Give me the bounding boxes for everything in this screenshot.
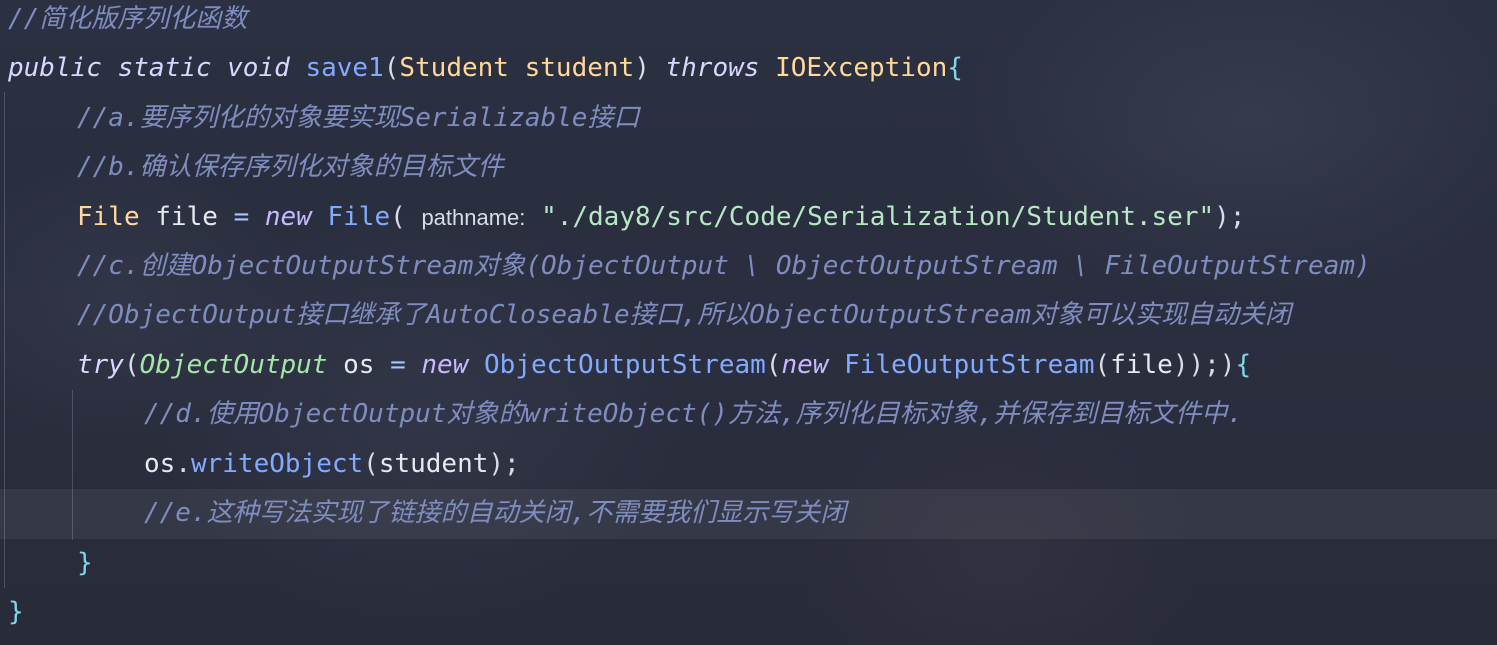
keyword-throws: throws bbox=[665, 53, 760, 83]
keyword-static: static bbox=[117, 53, 212, 83]
argument-student: student bbox=[378, 449, 489, 479]
method-name: save1 bbox=[305, 53, 384, 83]
parameter-hint: pathname: bbox=[421, 205, 526, 230]
comment: //ObjectOutput接口继承了AutoCloseable接口,所以Obj… bbox=[77, 300, 1292, 330]
operator-assign: = bbox=[390, 350, 406, 380]
comment: //简化版序列化函数 bbox=[8, 4, 248, 34]
variable-os: os bbox=[343, 350, 375, 380]
string-literal: "./day8/src/Code/Serialization/Student.s… bbox=[541, 202, 1215, 232]
type-file: File bbox=[77, 202, 140, 232]
code-line-6[interactable]: //c.创建ObjectOutputStream对象(ObjectOutput … bbox=[77, 242, 1497, 292]
paren-close: )); bbox=[1172, 350, 1220, 380]
exception-type: IOException bbox=[775, 53, 948, 83]
brace-open: { bbox=[1235, 350, 1252, 380]
paren-close: ) bbox=[634, 53, 650, 83]
code-line-3[interactable]: //a.要序列化的对象要实现Serializable接口 bbox=[77, 94, 1497, 144]
keyword-new: new bbox=[264, 202, 312, 232]
paren-open: ( bbox=[765, 350, 782, 380]
paren-open: ( bbox=[390, 202, 406, 232]
object-os: os bbox=[144, 449, 176, 479]
code-line-10[interactable]: os.writeObject(student); bbox=[144, 440, 1497, 490]
code-line-1[interactable]: //简化版序列化函数 bbox=[8, 0, 1497, 45]
brace-close: } bbox=[77, 548, 93, 578]
constructor-file: File bbox=[327, 202, 391, 232]
code-editor[interactable]: //简化版序列化函数 public static void save1(Stud… bbox=[0, 0, 1497, 645]
brace-close: } bbox=[8, 597, 24, 627]
keyword-new: new bbox=[781, 350, 829, 380]
code-line-12[interactable]: } bbox=[77, 539, 1497, 589]
comment: //b.确认保存序列化对象的目标文件 bbox=[77, 152, 504, 182]
code-line-13[interactable]: } bbox=[8, 588, 1497, 638]
paren-close: ); bbox=[488, 449, 520, 479]
comment: //d.使用ObjectOutput对象的writeObject()方法,序列化… bbox=[144, 399, 1243, 429]
keyword-public: public bbox=[8, 53, 102, 83]
argument-file: file bbox=[1110, 350, 1173, 380]
code-line-2[interactable]: public static void save1(Student student… bbox=[8, 44, 1497, 94]
dot: . bbox=[175, 449, 191, 479]
keyword-void: void bbox=[227, 53, 290, 83]
interface-type: ObjectOutput bbox=[139, 350, 328, 380]
keyword-new: new bbox=[421, 350, 469, 380]
code-line-11-current[interactable]: //e.这种写法实现了链接的自动关闭,不需要我们显示写关闭 bbox=[0, 489, 1497, 539]
variable-file: file bbox=[155, 202, 218, 232]
code-line-9[interactable]: //d.使用ObjectOutput对象的writeObject()方法,序列化… bbox=[144, 390, 1497, 440]
code-line-7[interactable]: //ObjectOutput接口继承了AutoCloseable接口,所以Obj… bbox=[77, 291, 1497, 341]
paren-close: ); bbox=[1214, 202, 1246, 232]
param-type: Student bbox=[399, 53, 509, 83]
keyword-try: try bbox=[77, 350, 124, 380]
param-name: student bbox=[524, 53, 635, 83]
paren-open: ( bbox=[1094, 350, 1111, 380]
comment: //e.这种写法实现了链接的自动关闭,不需要我们显示写关闭 bbox=[144, 498, 847, 528]
code-line-8[interactable]: try(ObjectOutput os = new ObjectOutputSt… bbox=[77, 341, 1497, 391]
code-line-5[interactable]: File file = new File( pathname: "./day8/… bbox=[77, 193, 1497, 243]
paren-open: ( bbox=[383, 53, 400, 83]
paren-close: ) bbox=[1219, 350, 1236, 380]
class-fileoutputstream: FileOutputStream bbox=[844, 350, 1095, 380]
method-writeobject: writeObject bbox=[190, 449, 364, 479]
class-objectoutputstream: ObjectOutputStream bbox=[484, 350, 766, 380]
comment: //c.创建ObjectOutputStream对象(ObjectOutput … bbox=[77, 251, 1371, 281]
brace-open: { bbox=[947, 53, 963, 83]
comment: //a.要序列化的对象要实现Serializable接口 bbox=[77, 103, 640, 133]
paren-open: ( bbox=[363, 449, 379, 479]
code-line-4[interactable]: //b.确认保存序列化对象的目标文件 bbox=[77, 143, 1497, 193]
operator-assign: = bbox=[233, 202, 250, 232]
paren-open: ( bbox=[123, 350, 140, 380]
